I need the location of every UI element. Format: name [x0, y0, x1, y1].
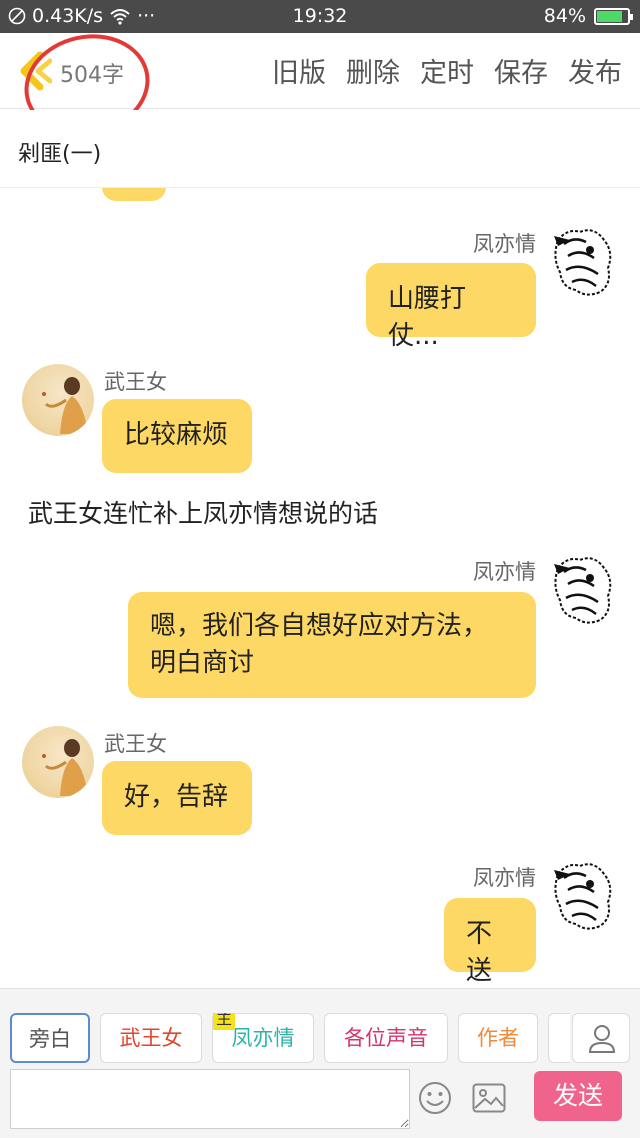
role-label: 武王女 [119, 1026, 183, 1050]
message-text: 不送 [466, 919, 493, 986]
partial-bubble [102, 188, 166, 201]
message-bubble[interactable]: 好，告辞 [102, 761, 252, 835]
avatar-portrait[interactable] [22, 364, 94, 436]
publish-button[interactable]: 发布 [568, 51, 622, 90]
narration-text[interactable]: 武王女连忙补上凤亦情想说的话 [28, 494, 378, 530]
avatar-ink-portrait[interactable] [550, 554, 616, 626]
message-text: 山腰打仗... [388, 284, 467, 351]
chapter-title[interactable]: 剁匪(一) [18, 136, 101, 168]
message-sender-name: 凤亦情 [473, 866, 536, 890]
battery-icon [594, 7, 633, 25]
save-button[interactable]: 保存 [494, 51, 548, 90]
message-bubble[interactable]: 比较麻烦 [102, 399, 252, 473]
role-next-partial[interactable] [548, 1013, 570, 1063]
emoji-icon[interactable] [418, 1081, 452, 1115]
message-text-line: 嗯，我们各自想好应对方法， [150, 611, 489, 641]
message-bubble[interactable]: 山腰打仗... [366, 263, 536, 351]
chat-area: 凤亦情 山腰打仗... 武王女 比较麻烦 武王女连忙补上凤亦情想说的话 凤亦情 [0, 188, 640, 988]
avatar-portrait[interactable] [22, 726, 94, 798]
role-label: 作者 [477, 1026, 519, 1050]
role-various-voices[interactable]: 各位声音 [324, 1013, 448, 1063]
battery-percent: 84% [543, 5, 586, 27]
message-text: 好，告辞 [124, 782, 229, 812]
role-author[interactable]: 作者 [458, 1013, 538, 1063]
message-sender-name: 武王女 [104, 732, 167, 756]
character-figure-icon [42, 377, 88, 434]
screen: 0.43K/s ··· 19:32 84% 504字 旧版 删除 定时 保存 发… [0, 0, 640, 1138]
message-bubble[interactable]: 不送 [444, 898, 536, 986]
message-text-line: 明白商讨 [150, 648, 255, 678]
toolbar-actions: 旧版 删除 定时 保存 发布 [272, 51, 622, 90]
old-version-button[interactable]: 旧版 [272, 51, 326, 90]
composer-bar: 旁白 武王女 主 凤亦情 各位声音 作者 发送 [0, 988, 640, 1138]
role-label: 各位声音 [344, 1026, 428, 1050]
role-narrator[interactable]: 旁白 [10, 1013, 90, 1063]
role-wuwangnv[interactable]: 武王女 [100, 1013, 202, 1063]
image-icon[interactable] [472, 1083, 506, 1113]
user-icon [588, 1025, 616, 1053]
message-sender-name: 武王女 [104, 370, 167, 394]
message-bubble[interactable]: 嗯，我们各自想好应对方法， 明白商讨 [128, 592, 536, 698]
schedule-button[interactable]: 定时 [420, 51, 474, 90]
message-sender-name: 凤亦情 [473, 560, 536, 584]
chapter-title-bar: 剁匪(一) [0, 110, 640, 188]
role-selector: 旁白 武王女 主 凤亦情 各位声音 作者 [10, 1013, 570, 1063]
main-role-tag: 主 [213, 1013, 236, 1030]
role-fengyiqing[interactable]: 主 凤亦情 [212, 1013, 314, 1063]
add-role-button[interactable] [572, 1013, 630, 1063]
message-text: 比较麻烦 [124, 420, 229, 450]
message-input[interactable] [10, 1069, 410, 1129]
avatar-ink-portrait[interactable] [550, 860, 616, 932]
battery-fill [597, 10, 623, 22]
role-label: 凤亦情 [231, 1026, 295, 1050]
status-right: 84% [543, 5, 633, 27]
message-sender-name: 凤亦情 [473, 232, 536, 256]
character-figure-icon [42, 739, 88, 796]
delete-button[interactable]: 删除 [346, 51, 400, 90]
editor-toolbar: 504字 旧版 删除 定时 保存 发布 [0, 22, 640, 148]
send-button[interactable]: 发送 [534, 1071, 622, 1121]
role-label: 旁白 [29, 1027, 71, 1051]
avatar-ink-portrait[interactable] [550, 226, 616, 298]
status-bar: 0.43K/s ··· 19:32 84% [0, 0, 640, 33]
